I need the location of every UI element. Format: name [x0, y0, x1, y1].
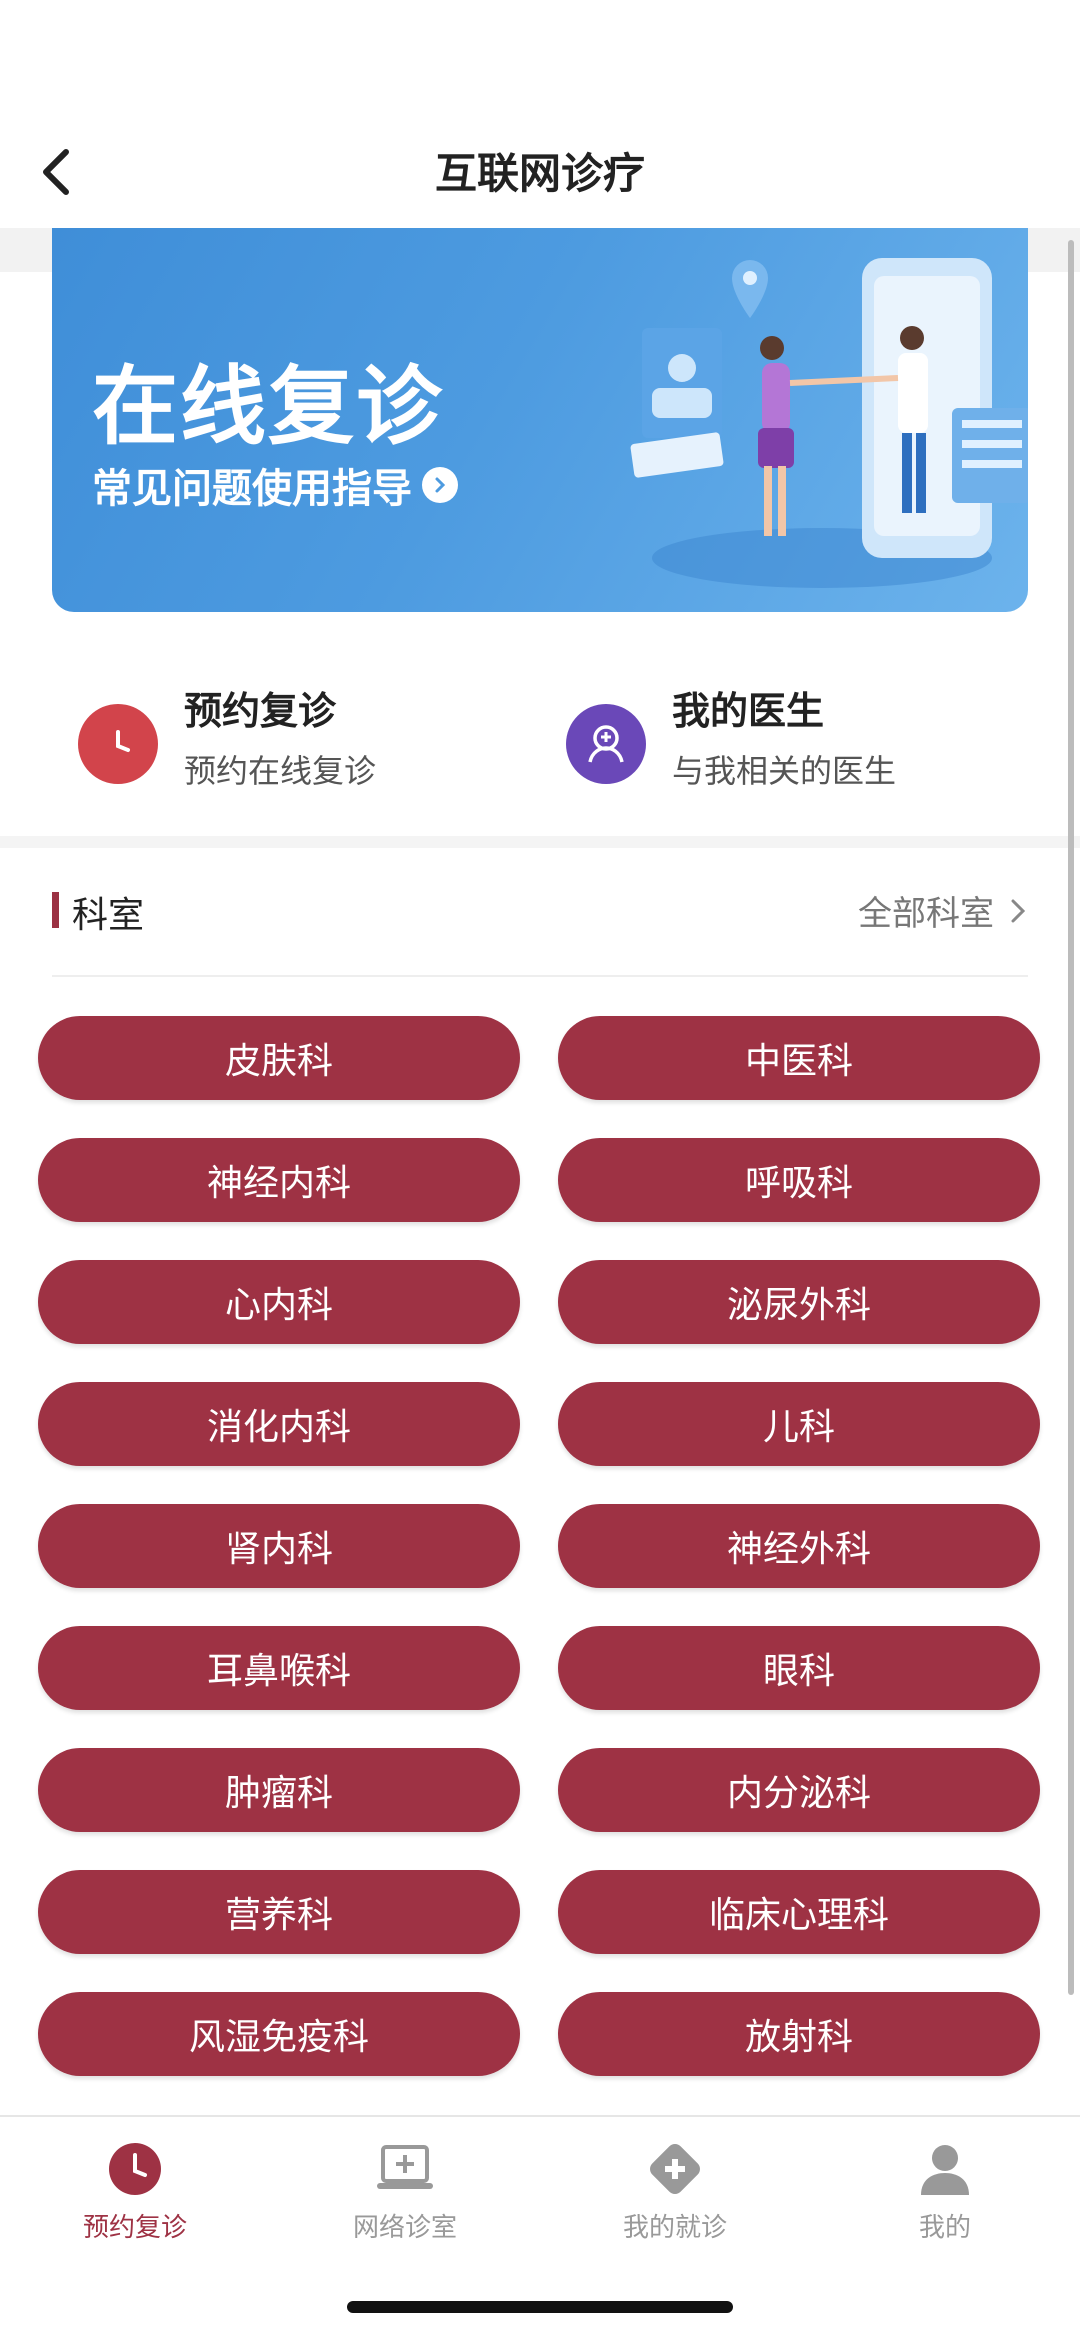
- online-revisit-banner[interactable]: 在线复诊 常见问题使用指导: [52, 228, 1028, 612]
- laptop-plus-icon: [375, 2139, 435, 2199]
- book-revisit-action[interactable]: 预约复诊 预约在线复诊: [78, 680, 558, 810]
- department-button-neurology[interactable]: 神经内科: [38, 1138, 520, 1222]
- department-button-dermatology[interactable]: 皮肤科: [38, 1016, 520, 1100]
- home-indicator: [347, 2301, 733, 2313]
- all-departments-label: 全部科室: [858, 894, 994, 934]
- department-button-urology[interactable]: 泌尿外科: [558, 1260, 1040, 1344]
- department-button-respiratory[interactable]: 呼吸科: [558, 1138, 1040, 1222]
- quick-action-subtitle: 预约在线复诊: [184, 752, 377, 790]
- page-title: 互联网诊疗: [434, 149, 645, 198]
- department-button-endocrinology[interactable]: 内分泌科: [558, 1748, 1040, 1832]
- department-button-pediatrics[interactable]: 儿科: [558, 1382, 1040, 1466]
- department-button-radiology[interactable]: 放射科: [558, 1992, 1040, 2076]
- section-divider: [0, 836, 1080, 848]
- department-button-cardiology[interactable]: 心内科: [38, 1260, 520, 1344]
- department-button-nutrition[interactable]: 营养科: [38, 1870, 520, 1954]
- departments-title: 科室: [72, 895, 145, 936]
- department-button-clinical-psychology[interactable]: 临床心理科: [558, 1870, 1040, 1954]
- department-button-ent[interactable]: 耳鼻喉科: [38, 1626, 520, 1710]
- department-button-neurosurgery[interactable]: 神经外科: [558, 1504, 1040, 1588]
- quick-action-title: 预约复诊: [184, 689, 337, 733]
- tab-label: 我的: [918, 2213, 971, 2243]
- scrollbar[interactable]: [1068, 240, 1074, 1995]
- faq-guide-link[interactable]: 常见问题使用指导: [92, 456, 458, 514]
- clock-icon: [105, 2139, 165, 2199]
- doctor-illustration-icon: [630, 258, 1028, 588]
- tab-online-clinic[interactable]: 网络诊室: [270, 2139, 540, 2249]
- all-departments-link[interactable]: 全部科室: [858, 886, 1028, 935]
- department-button-tcm[interactable]: 中医科: [558, 1016, 1040, 1100]
- chevron-right-icon: [1011, 899, 1026, 922]
- medical-cross-icon: [645, 2139, 705, 2199]
- departments-header: 科室 全部科室: [52, 880, 1028, 940]
- user-icon: [915, 2139, 975, 2199]
- tab-label: 网络诊室: [352, 2213, 457, 2243]
- navigation-bar: 互联网诊疗: [0, 120, 1080, 230]
- clock-icon: [78, 704, 158, 784]
- quick-action-subtitle: 与我相关的医生: [672, 752, 897, 790]
- quick-action-title: 我的医生: [672, 689, 825, 733]
- department-button-ophthalmology[interactable]: 眼科: [558, 1626, 1040, 1710]
- chevron-right-icon: [422, 467, 458, 503]
- tab-my-visits[interactable]: 我的就诊: [540, 2139, 810, 2249]
- section-accent-bar: [52, 892, 59, 928]
- department-button-nephrology[interactable]: 肾内科: [38, 1504, 520, 1588]
- tab-book-revisit[interactable]: 预约复诊: [0, 2139, 270, 2249]
- banner-title: 在线复诊: [92, 357, 444, 457]
- doctor-icon: [566, 704, 646, 784]
- department-button-rheumatology[interactable]: 风湿免疫科: [38, 1992, 520, 2076]
- tab-profile[interactable]: 我的: [810, 2139, 1080, 2249]
- department-button-gastroenterology[interactable]: 消化内科: [38, 1382, 520, 1466]
- tab-label: 我的就诊: [622, 2213, 727, 2243]
- tab-label: 预约复诊: [82, 2213, 187, 2243]
- my-doctor-action[interactable]: 我的医生 与我相关的医生: [566, 680, 1046, 810]
- header-divider: [52, 975, 1028, 977]
- quick-actions: 预约复诊 预约在线复诊 我的医生 与我相关的医生: [0, 640, 1080, 840]
- banner-subtitle: 常见问题使用指导: [92, 466, 412, 512]
- department-button-oncology[interactable]: 肿瘤科: [38, 1748, 520, 1832]
